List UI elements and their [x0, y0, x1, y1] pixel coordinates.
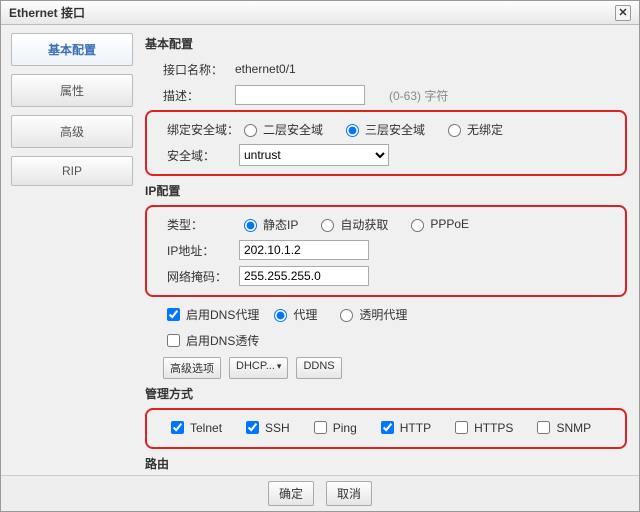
netmask-label: 网络掩码：	[149, 268, 239, 285]
zone-bind-label: 绑定安全域：	[149, 121, 239, 138]
sidebar: 基本配置 属性 高级 RIP	[1, 25, 141, 475]
ip-type-dhcp[interactable]: 自动获取	[316, 216, 388, 233]
mgmt-telnet[interactable]: Telnet	[167, 418, 222, 437]
highlight-mgmt: Telnet SSH Ping HTTP HTTPS SNMP	[145, 408, 627, 449]
ip-addr-input[interactable]	[239, 240, 369, 260]
ip-type-static[interactable]: 静态IP	[239, 216, 298, 233]
description-hint: (0-63) 字符	[389, 87, 448, 104]
ip-addr-label: IP地址：	[149, 242, 239, 259]
mgmt-ssh[interactable]: SSH	[242, 418, 290, 437]
zone-bind-none[interactable]: 无绑定	[443, 121, 503, 138]
description-input[interactable]	[235, 85, 365, 105]
ip-type-pppoe[interactable]: PPPoE	[406, 216, 469, 232]
interface-name-value: ethernet0/1	[235, 62, 296, 76]
sidebar-item-basic[interactable]: 基本配置	[11, 33, 133, 66]
sidebar-item-properties[interactable]: 属性	[11, 74, 133, 107]
dhcp-button[interactable]: DHCP...▾	[229, 357, 288, 379]
netmask-input[interactable]	[239, 266, 369, 286]
zone-bind-l3[interactable]: 三层安全域	[341, 121, 425, 138]
chevron-down-icon: ▾	[277, 361, 282, 371]
dns-proxy-mode-proxy[interactable]: 代理	[269, 306, 317, 323]
advanced-options-button[interactable]: 高级选项	[163, 357, 221, 379]
dialog-footer: 确定 取消	[1, 475, 639, 511]
titlebar: Ethernet 接口 ✕	[1, 1, 639, 25]
zone-label: 安全域：	[149, 147, 239, 164]
dns-proxy-mode-transparent[interactable]: 透明代理	[335, 306, 407, 323]
sidebar-item-advanced[interactable]: 高级	[11, 115, 133, 148]
description-label: 描述：	[145, 87, 235, 104]
zone-select[interactable]: untrust	[239, 144, 389, 166]
ddns-button[interactable]: DDNS	[296, 357, 341, 379]
cancel-button[interactable]: 取消	[326, 481, 372, 506]
section-ip-title: IP配置	[145, 182, 627, 199]
mgmt-https[interactable]: HTTPS	[451, 418, 513, 437]
highlight-ip: 类型： 静态IP 自动获取 PPPoE IP地址： 网络掩码：	[145, 205, 627, 297]
dns-pass-checkbox[interactable]: 启用DNS透传	[163, 331, 259, 350]
zone-bind-l2[interactable]: 二层安全域	[239, 121, 323, 138]
dialog-window: Ethernet 接口 ✕ 基本配置 属性 高级 RIP 基本配置 接口名称： …	[0, 0, 640, 512]
ok-button[interactable]: 确定	[268, 481, 314, 506]
section-route-title: 路由	[145, 455, 627, 472]
interface-name-label: 接口名称：	[145, 61, 235, 78]
dialog-body: 基本配置 属性 高级 RIP 基本配置 接口名称： ethernet0/1 描述…	[1, 25, 639, 475]
main-panel: 基本配置 接口名称： ethernet0/1 描述： (0-63) 字符 绑定安…	[141, 25, 639, 475]
highlight-zone: 绑定安全域： 二层安全域 三层安全域 无绑定 安全域： untrust	[145, 110, 627, 176]
section-mgmt-title: 管理方式	[145, 385, 627, 402]
window-title: Ethernet 接口	[9, 4, 85, 21]
dns-proxy-checkbox[interactable]: 启用DNS代理	[163, 305, 259, 324]
mgmt-ping[interactable]: Ping	[310, 418, 357, 437]
sidebar-item-rip[interactable]: RIP	[11, 156, 133, 186]
close-icon[interactable]: ✕	[615, 5, 631, 21]
section-basic-title: 基本配置	[145, 35, 627, 52]
mgmt-http[interactable]: HTTP	[377, 418, 431, 437]
mgmt-snmp[interactable]: SNMP	[533, 418, 591, 437]
ip-type-label: 类型：	[149, 216, 239, 233]
